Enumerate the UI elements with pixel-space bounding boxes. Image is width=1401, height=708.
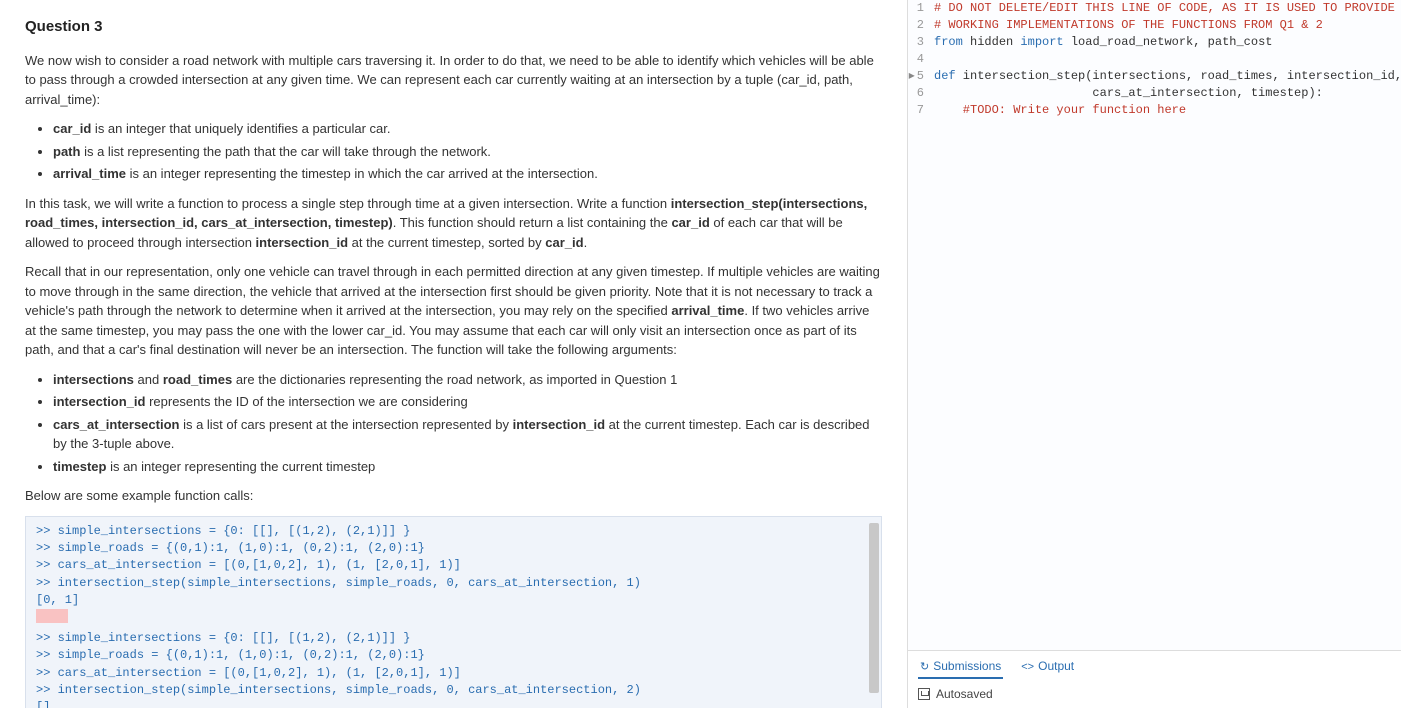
list-item: path is a list representing the path tha…: [53, 142, 882, 162]
scrollbar-thumb[interactable]: [869, 523, 879, 693]
result-tabs: ↻Submissions <>Output: [918, 655, 1401, 679]
history-icon: ↻: [920, 661, 929, 673]
highlight-marker: [36, 609, 68, 623]
autosave-status: Autosaved: [918, 687, 1401, 701]
question-panel: Question 3 We now wish to consider a roa…: [0, 0, 907, 708]
args-list: intersections and road_times are the dic…: [25, 370, 882, 477]
code-editor[interactable]: 1 2 3 4 ▸5 6 7 # DO NOT DELETE/EDIT THIS…: [908, 0, 1401, 650]
list-item: intersection_id represents the ID of the…: [53, 392, 882, 412]
editor-bottom-bar: ↻Submissions <>Output Autosaved: [908, 650, 1401, 708]
fold-icon[interactable]: ▸: [909, 69, 915, 83]
list-item: timestep is an integer representing the …: [53, 457, 882, 477]
tab-submissions[interactable]: ↻Submissions: [918, 655, 1003, 679]
code-editor-panel: 1 2 3 4 ▸5 6 7 # DO NOT DELETE/EDIT THIS…: [907, 0, 1401, 708]
question-heading: Question 3: [25, 16, 882, 39]
rules-paragraph: Recall that in our representation, only …: [25, 262, 882, 360]
task-paragraph: In this task, we will write a function t…: [25, 194, 882, 253]
tab-output[interactable]: <>Output: [1019, 655, 1076, 679]
example-code-block[interactable]: >> simple_intersections = {0: [[], [(1,2…: [25, 516, 882, 708]
save-icon: [918, 688, 930, 700]
code-content[interactable]: # DO NOT DELETE/EDIT THIS LINE OF CODE, …: [930, 0, 1401, 650]
list-item: car_id is an integer that uniquely ident…: [53, 119, 882, 139]
list-item: arrival_time is an integer representing …: [53, 164, 882, 184]
code-icon: <>: [1021, 661, 1034, 673]
tuple-fields-list: car_id is an integer that uniquely ident…: [25, 119, 882, 184]
list-item: cars_at_intersection is a list of cars p…: [53, 415, 882, 454]
line-gutter: 1 2 3 4 ▸5 6 7: [908, 0, 930, 650]
examples-intro: Below are some example function calls:: [25, 486, 882, 506]
list-item: intersections and road_times are the dic…: [53, 370, 882, 390]
intro-paragraph: We now wish to consider a road network w…: [25, 51, 882, 110]
